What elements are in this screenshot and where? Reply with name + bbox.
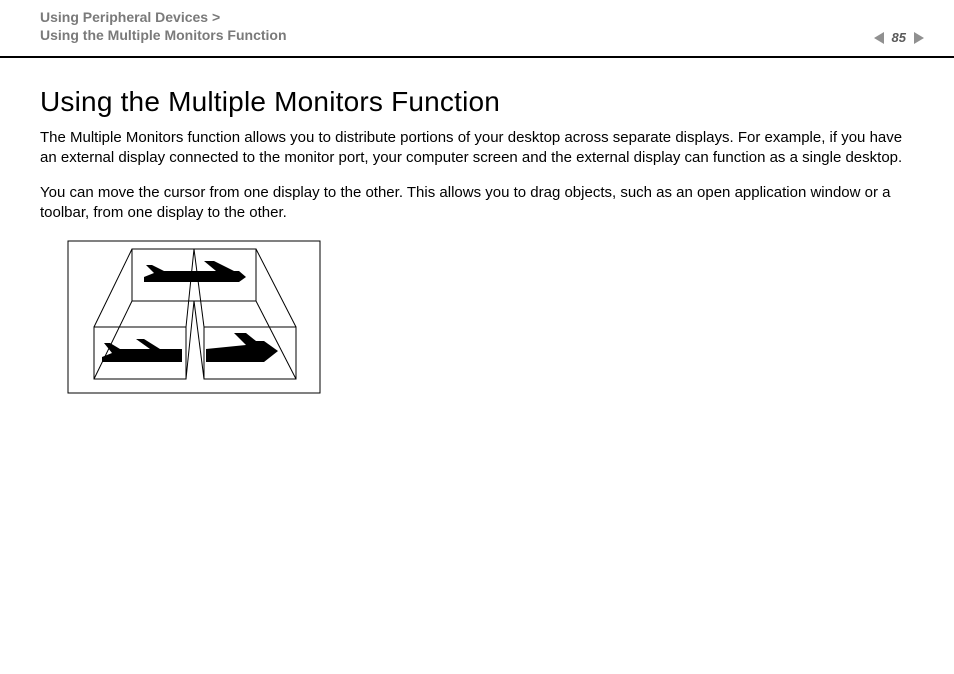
page-content: Using the Multiple Monitors Function The…: [0, 58, 954, 402]
breadcrumb-line2: Using the Multiple Monitors Function: [40, 26, 287, 44]
document-page: Using Peripheral Devices > Using the Mul…: [0, 0, 954, 674]
breadcrumb-line1: Using Peripheral Devices >: [40, 9, 220, 25]
page-number: 85: [890, 30, 908, 45]
breadcrumb: Using Peripheral Devices > Using the Mul…: [40, 8, 287, 44]
next-page-icon[interactable]: [914, 32, 924, 44]
body-paragraph-1: The Multiple Monitors function allows yo…: [40, 128, 914, 169]
multi-monitor-illustration: [64, 237, 914, 402]
multi-monitor-diagram-svg: [64, 237, 324, 397]
previous-page-icon[interactable]: [874, 32, 884, 44]
page-title: Using the Multiple Monitors Function: [40, 86, 914, 118]
body-paragraph-2: You can move the cursor from one display…: [40, 183, 914, 224]
page-header: Using Peripheral Devices > Using the Mul…: [0, 0, 954, 58]
page-navigator: 85: [874, 30, 924, 45]
